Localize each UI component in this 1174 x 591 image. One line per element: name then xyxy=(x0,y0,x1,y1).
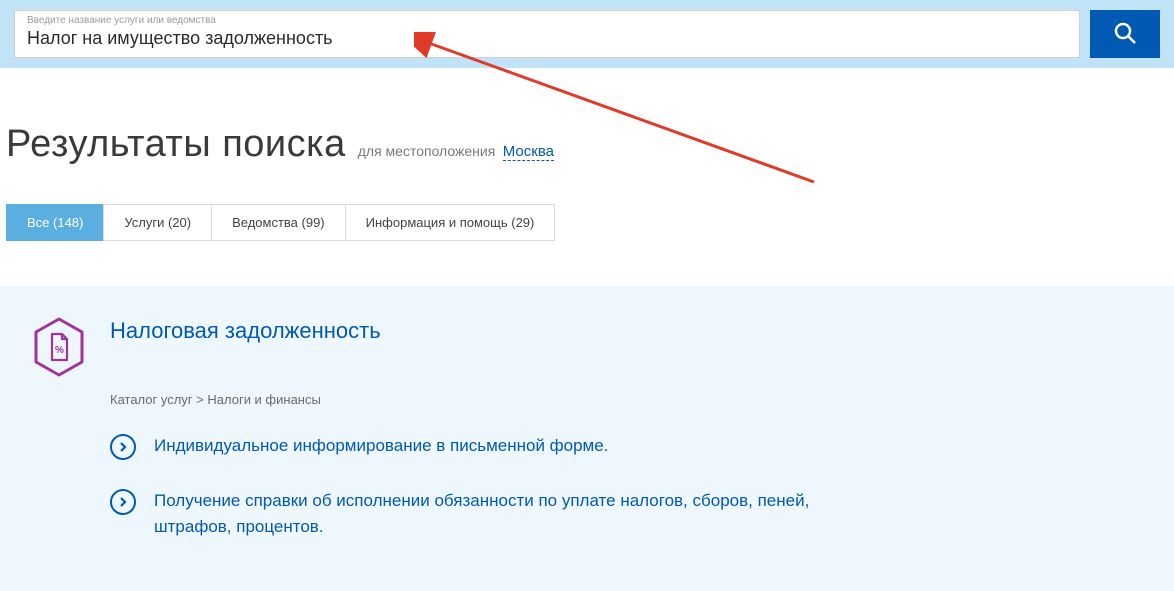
search-input-container[interactable]: Введите название услуги или ведомства xyxy=(14,10,1080,58)
page-subtitle: для местоположения xyxy=(358,143,496,159)
document-hex-icon: % xyxy=(30,316,88,378)
chevron-right-icon[interactable] xyxy=(110,489,136,515)
search-bar: Введите название услуги или ведомства xyxy=(0,0,1174,68)
result-tabs: Все (148) Услуги (20) Ведомства (99) Инф… xyxy=(6,204,1174,241)
tab-departments[interactable]: Ведомства (99) xyxy=(211,204,346,241)
tab-all[interactable]: Все (148) xyxy=(6,204,104,241)
page-title: Результаты поиска xyxy=(6,123,346,166)
location-link[interactable]: Москва xyxy=(503,143,554,161)
page-title-row: Результаты поиска для местоположения Мос… xyxy=(0,68,1174,174)
search-button[interactable] xyxy=(1090,10,1160,58)
results-panel: % Налоговая задолженность Каталог услуг … xyxy=(0,286,1174,591)
chevron-right-icon[interactable] xyxy=(110,434,136,460)
list-item: Индивидуальное информирование в письменн… xyxy=(110,433,1144,460)
tab-services[interactable]: Услуги (20) xyxy=(103,204,212,241)
sub-service-link[interactable]: Получение справки об исполнении обязанно… xyxy=(154,488,884,539)
search-input[interactable] xyxy=(27,28,1067,49)
search-placeholder-label: Введите название услуги или ведомства xyxy=(27,15,1067,26)
list-item: Получение справки об исполнении обязанно… xyxy=(110,488,1144,539)
sub-service-link[interactable]: Индивидуальное информирование в письменн… xyxy=(154,433,608,459)
svg-text:%: % xyxy=(55,345,64,356)
tab-info-help[interactable]: Информация и помощь (29) xyxy=(345,204,556,241)
sub-service-list: Индивидуальное информирование в письменн… xyxy=(110,433,1144,539)
breadcrumb: Каталог услуг > Налоги и финансы xyxy=(110,392,1144,407)
result-head: % Налоговая задолженность xyxy=(30,316,1144,378)
result-title-link[interactable]: Налоговая задолженность xyxy=(110,318,381,344)
search-icon xyxy=(1112,20,1138,49)
